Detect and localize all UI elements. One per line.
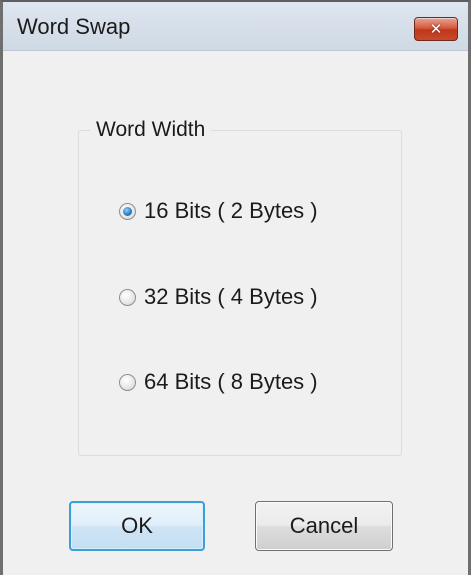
- radio-button-32-bits[interactable]: [119, 288, 136, 306]
- word-swap-dialog: Word Swap ✕ Word Width 16 Bits ( 2 Bytes…: [0, 0, 471, 575]
- ok-button[interactable]: OK: [69, 501, 205, 551]
- radio-label-64-bits[interactable]: 64 Bits ( 8 Bytes ): [144, 369, 318, 395]
- window-title: Word Swap: [17, 14, 131, 39]
- radio-button-16-bits[interactable]: [119, 202, 136, 220]
- close-button[interactable]: ✕: [414, 17, 458, 41]
- radio-button-64-bits[interactable]: [119, 373, 136, 391]
- radio-option-16-bits[interactable]: 16 Bits ( 2 Bytes ): [119, 196, 318, 226]
- radio-label-32-bits[interactable]: 32 Bits ( 4 Bytes ): [144, 284, 318, 310]
- title-bar[interactable]: Word Swap ✕: [3, 2, 468, 51]
- radio-label-16-bits[interactable]: 16 Bits ( 2 Bytes ): [144, 198, 318, 224]
- radio-option-64-bits[interactable]: 64 Bits ( 8 Bytes ): [119, 367, 318, 397]
- word-width-group-label: Word Width: [90, 118, 212, 142]
- close-icon: ✕: [429, 20, 443, 38]
- cancel-button[interactable]: Cancel: [255, 501, 393, 551]
- radio-option-32-bits[interactable]: 32 Bits ( 4 Bytes ): [119, 282, 318, 312]
